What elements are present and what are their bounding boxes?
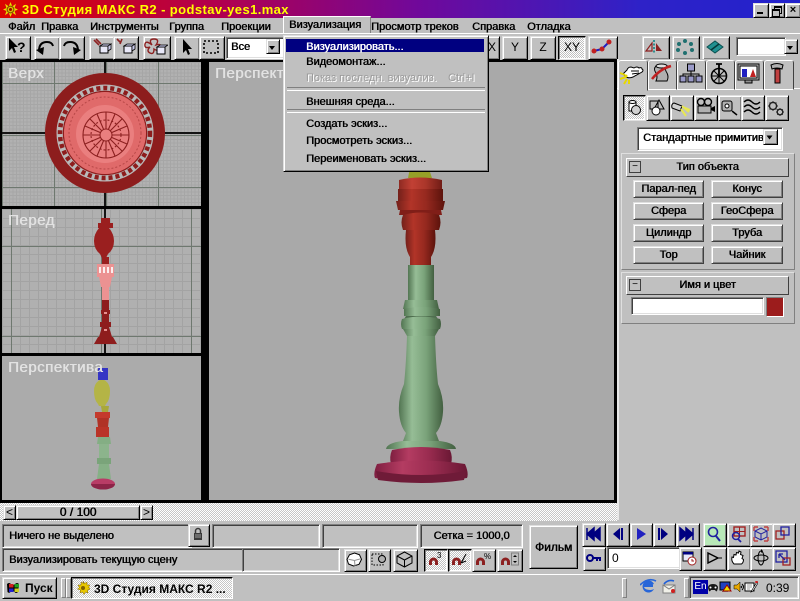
svg-text:%: %: [484, 552, 491, 561]
svg-text:3: 3: [437, 551, 442, 560]
svg-text:?: ?: [17, 39, 26, 55]
